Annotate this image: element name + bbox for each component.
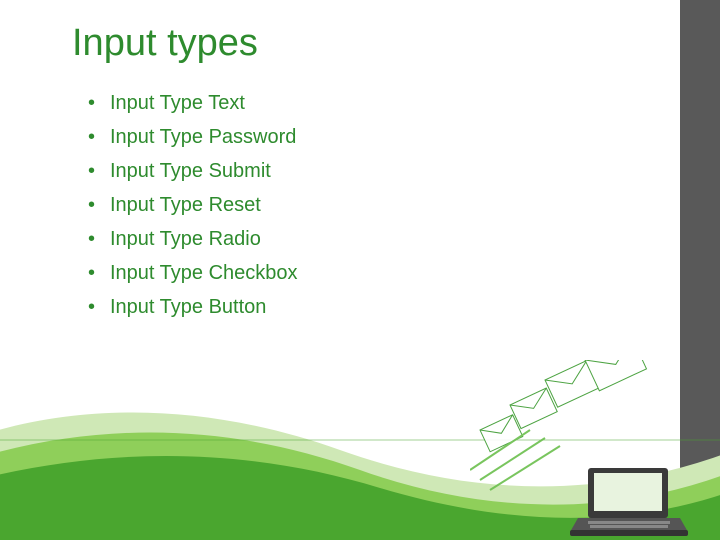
list-item-label: Input Type Submit [110,160,271,182]
bullet-list: Input Type Text Input Type Password Inpu… [88,86,298,324]
list-item: Input Type Radio [88,222,298,256]
list-item: Input Type Button [88,290,298,324]
slide-title: Input types [72,22,258,65]
wave-decoration [0,380,720,540]
list-item-label: Input Type Radio [110,228,261,250]
list-item-label: Input Type Password [110,126,296,148]
list-item: Input Type Checkbox [88,256,298,290]
list-item: Input Type Password [88,120,298,154]
laptop-icon [570,468,688,536]
list-item-label: Input Type Text [110,92,245,114]
slide: Input types Input Type Text Input Type P… [0,0,720,540]
list-item: Input Type Reset [88,188,298,222]
list-item-label: Input Type Checkbox [110,262,298,284]
laptop-envelopes-art [470,360,690,540]
list-item: Input Type Submit [88,154,298,188]
list-item-label: Input Type Button [110,296,266,318]
list-item: Input Type Text [88,86,298,120]
list-item-label: Input Type Reset [110,194,261,216]
side-panel [680,0,720,540]
